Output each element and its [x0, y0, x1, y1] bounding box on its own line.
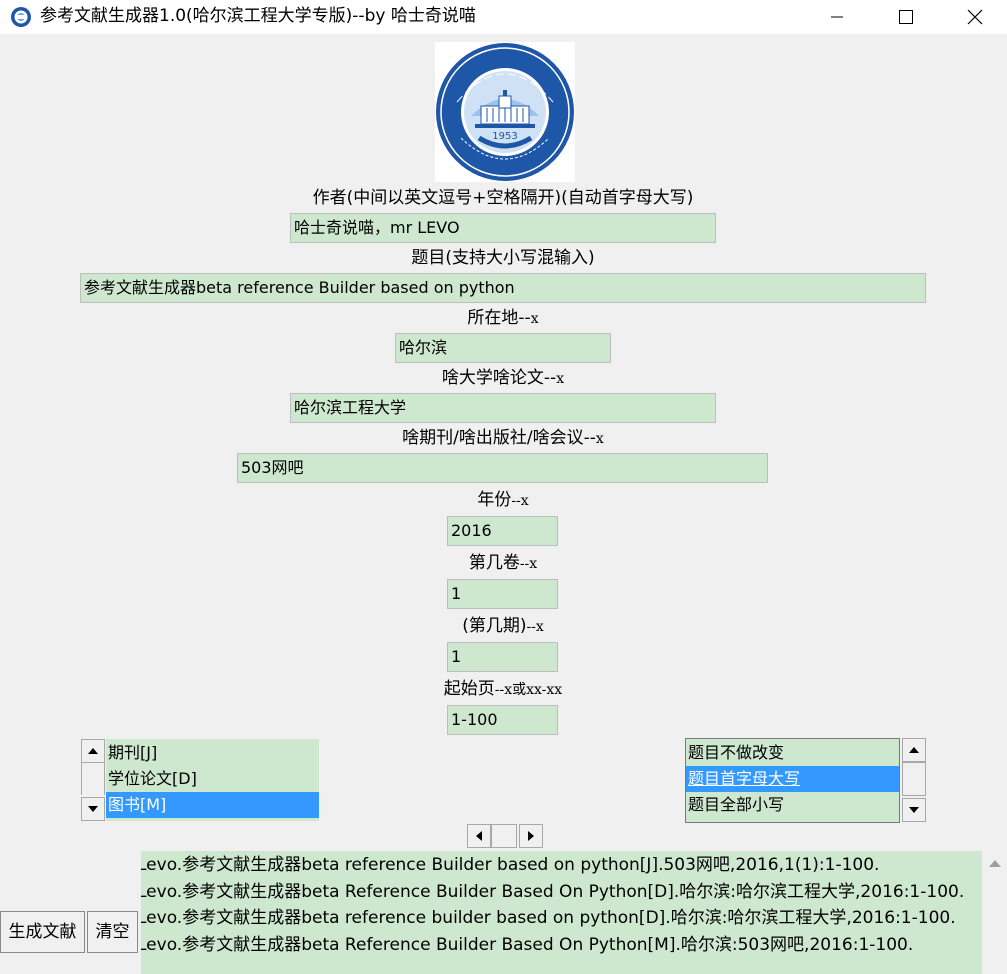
case-item-lowercase[interactable]: 题目全部小写 [686, 792, 899, 818]
location-input[interactable]: 哈尔滨 [395, 333, 611, 363]
title-label: 题目(支持大小写混输入) [411, 248, 595, 268]
app-logo-icon [10, 6, 32, 28]
journal-label-main: 啥期刊/啥出版社/啥会议-- [402, 428, 596, 448]
pages-label-x: --x或xx-xx [494, 682, 563, 698]
minimize-button[interactable] [814, 0, 860, 34]
volume-label: 第几卷--x [469, 552, 537, 575]
arrow-up-icon [909, 747, 919, 753]
case-list-scroll-up[interactable] [902, 738, 926, 762]
case-listbox[interactable]: 题目不做改变 题目首字母大写 题目全部小写 [685, 738, 900, 823]
output-line: Levo.参考文献生成器beta Reference Builder Based… [141, 935, 914, 955]
arrow-up-icon [88, 748, 98, 754]
case-list-scroll-thumb[interactable] [902, 762, 926, 796]
year-input[interactable]: 2016 [447, 516, 558, 546]
type-item-thesis[interactable]: 学位论文[D] [106, 766, 319, 792]
type-list-scroll-track[interactable] [81, 763, 105, 795]
pages-input[interactable]: 1-100 [447, 705, 558, 735]
minimize-icon [831, 16, 843, 18]
pages-label: 起始页--x或xx-xx [444, 678, 562, 701]
university-emblem: 1953 [435, 42, 575, 182]
author-label: 作者(中间以英文逗号+空格隔开)(自动首字母大写) [312, 188, 694, 208]
university-input[interactable]: 哈尔滨工程大学 [290, 393, 716, 423]
hscroll-thumb[interactable] [491, 824, 517, 848]
type-item-journal[interactable]: 期刊[J] [106, 740, 319, 766]
close-icon [967, 9, 983, 25]
maximize-icon [899, 10, 913, 24]
location-label: 所在地--x [467, 307, 538, 330]
output-line: Levo.参考文献生成器beta reference builder based… [141, 908, 956, 928]
emblem-icon: 1953 [436, 43, 574, 181]
output-line: Levo.参考文献生成器beta Reference Builder Based… [141, 882, 965, 902]
volume-label-x: --x [519, 556, 538, 572]
clear-button[interactable]: 清空 [87, 911, 138, 953]
output-line: Levo.参考文献生成器beta reference Builder based… [141, 855, 880, 875]
year-label: 年份--x [477, 489, 528, 512]
window-title: 参考文献生成器1.0(哈尔滨工程大学专版)--by 哈士奇说喵 [40, 6, 476, 26]
location-label-x: x [530, 311, 539, 327]
pages-label-main: 起始页 [443, 679, 495, 699]
hscroll-right-button[interactable] [519, 824, 543, 848]
type-item-book[interactable]: 图书[M] [106, 792, 319, 818]
hscroll-left-button[interactable] [467, 824, 491, 848]
volume-input[interactable]: 1 [447, 579, 558, 609]
type-listbox[interactable]: 期刊[J] 学位论文[D] 图书[M] [106, 739, 319, 821]
arrow-down-icon [88, 806, 98, 812]
year-label-main: 年份 [477, 490, 512, 510]
university-label-x: x [556, 371, 565, 387]
issue-label-main: (第几期) [462, 616, 527, 636]
arrow-left-icon [476, 831, 482, 841]
journal-input[interactable]: 503网吧 [237, 453, 768, 483]
university-label-main: 啥大学啥论文-- [441, 368, 557, 388]
location-label-main: 所在地-- [467, 308, 531, 328]
journal-label-x: x [595, 431, 604, 447]
close-button[interactable] [952, 0, 998, 34]
type-list-scroll-down[interactable] [81, 797, 105, 821]
arrow-up-icon [989, 859, 1001, 867]
title-bar: 参考文献生成器1.0(哈尔滨工程大学专版)--by 哈士奇说喵 [0, 0, 1007, 34]
case-item-capitalize[interactable]: 题目首字母大写 [686, 766, 899, 792]
emblem-year: 1953 [492, 131, 517, 142]
case-list-scroll-down[interactable] [902, 798, 926, 822]
university-label: 啥大学啥论文--x [442, 367, 564, 390]
output-text-area[interactable]: Levo.参考文献生成器beta reference Builder based… [141, 851, 982, 974]
output-scroll-up[interactable] [983, 851, 1007, 875]
journal-label: 啥期刊/啥出版社/啥会议--x [402, 427, 604, 450]
title-input[interactable]: 参考文献生成器beta reference Builder based on p… [80, 273, 926, 303]
maximize-button[interactable] [883, 0, 929, 34]
author-input[interactable]: 哈士奇说喵，mr LEVO [290, 213, 716, 243]
case-item-unchanged[interactable]: 题目不做改变 [686, 740, 899, 766]
issue-label: (第几期)--x [462, 615, 544, 638]
issue-input[interactable]: 1 [447, 642, 558, 672]
generate-button[interactable]: 生成文献 [0, 911, 85, 953]
arrow-down-icon [909, 807, 919, 813]
volume-label-main: 第几卷 [468, 553, 520, 573]
type-list-scroll-up[interactable] [81, 739, 105, 763]
issue-label-x: --x [526, 619, 544, 635]
year-label-x: --x [511, 493, 529, 509]
arrow-right-icon [528, 831, 534, 841]
